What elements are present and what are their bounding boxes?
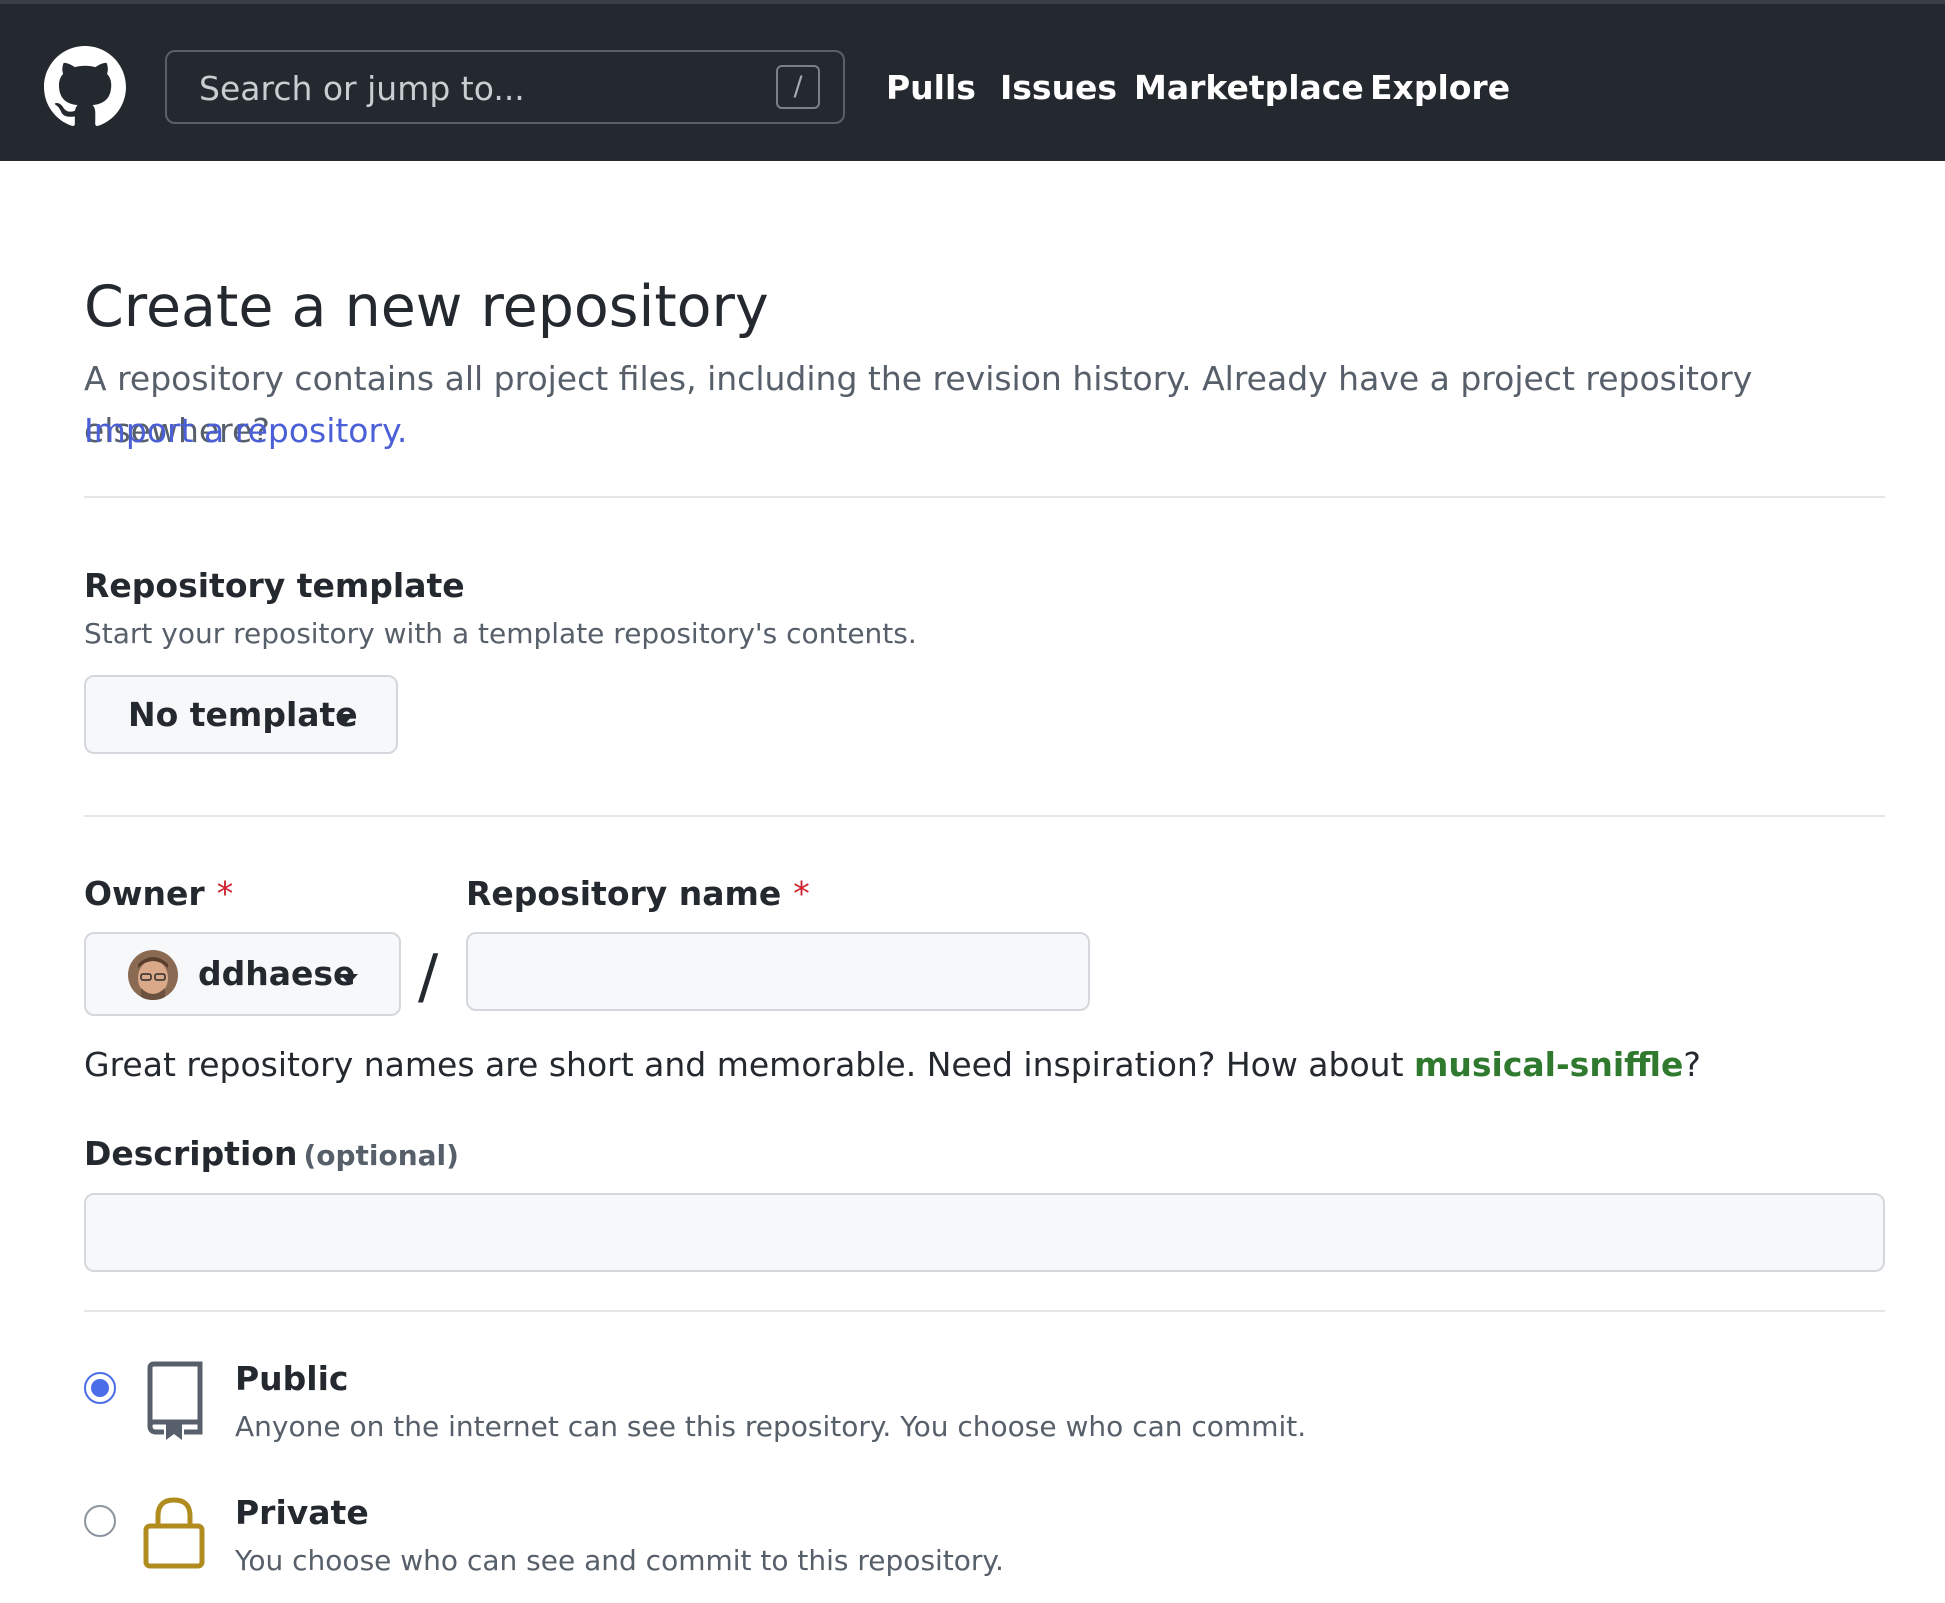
import-repository-link[interactable]: Import a repository. xyxy=(84,405,407,457)
repo-name-label-text: Repository name xyxy=(466,874,782,913)
description-label-text: Description xyxy=(84,1134,298,1173)
name-hint-text: Great repository names are short and mem… xyxy=(84,1045,1415,1084)
nav-issues[interactable]: Issues xyxy=(1000,66,1117,110)
avatar xyxy=(128,950,178,1000)
template-select-button[interactable]: No template xyxy=(84,675,398,754)
template-label: Repository template xyxy=(84,566,465,605)
repo-name-label: Repository name * xyxy=(466,872,810,916)
owner-select-button[interactable]: ddhaese xyxy=(84,932,401,1016)
chevron-down-icon xyxy=(336,714,354,724)
name-hint: Great repository names are short and mem… xyxy=(84,1042,1701,1088)
public-radio[interactable] xyxy=(84,1372,116,1404)
description-label: Description (optional) xyxy=(84,1132,459,1178)
private-radio[interactable] xyxy=(84,1505,116,1537)
divider xyxy=(84,1310,1885,1312)
owner-label: Owner * xyxy=(84,872,233,916)
github-logo-icon[interactable] xyxy=(44,46,126,128)
lock-icon xyxy=(143,1497,205,1569)
divider xyxy=(84,815,1885,817)
public-option-desc: Anyone on the internet can see this repo… xyxy=(235,1410,1307,1443)
search-box[interactable]: / xyxy=(165,50,845,124)
required-mark: * xyxy=(216,874,234,913)
template-select-label: No template xyxy=(128,695,358,734)
public-option-title: Public xyxy=(235,1359,349,1398)
private-option-desc: You choose who can see and commit to thi… xyxy=(235,1544,1004,1577)
repo-book-icon xyxy=(147,1361,203,1440)
top-navbar: / Pulls Issues Marketplace Explore xyxy=(0,0,1945,161)
nav-marketplace[interactable]: Marketplace xyxy=(1134,66,1364,110)
repository-name-input[interactable] xyxy=(466,932,1090,1011)
owner-select-label: ddhaese xyxy=(198,954,356,993)
search-input[interactable] xyxy=(197,52,771,124)
chevron-down-icon xyxy=(340,974,358,984)
owner-label-text: Owner xyxy=(84,874,205,913)
page-title: Create a new repository xyxy=(84,274,769,340)
nav-pulls[interactable]: Pulls xyxy=(886,66,976,110)
search-shortcut-key: / xyxy=(776,65,820,109)
owner-repo-separator: / xyxy=(418,942,439,1012)
name-suggestion-link[interactable]: musical-sniffle xyxy=(1414,1045,1683,1084)
nav-explore[interactable]: Explore xyxy=(1370,66,1510,110)
template-note: Start your repository with a template re… xyxy=(84,617,917,650)
private-option-title: Private xyxy=(235,1493,369,1532)
optional-tag: (optional) xyxy=(303,1139,459,1172)
divider xyxy=(84,496,1885,498)
name-hint-suffix: ? xyxy=(1683,1045,1701,1084)
required-mark: * xyxy=(793,874,810,913)
description-input[interactable] xyxy=(84,1193,1885,1272)
